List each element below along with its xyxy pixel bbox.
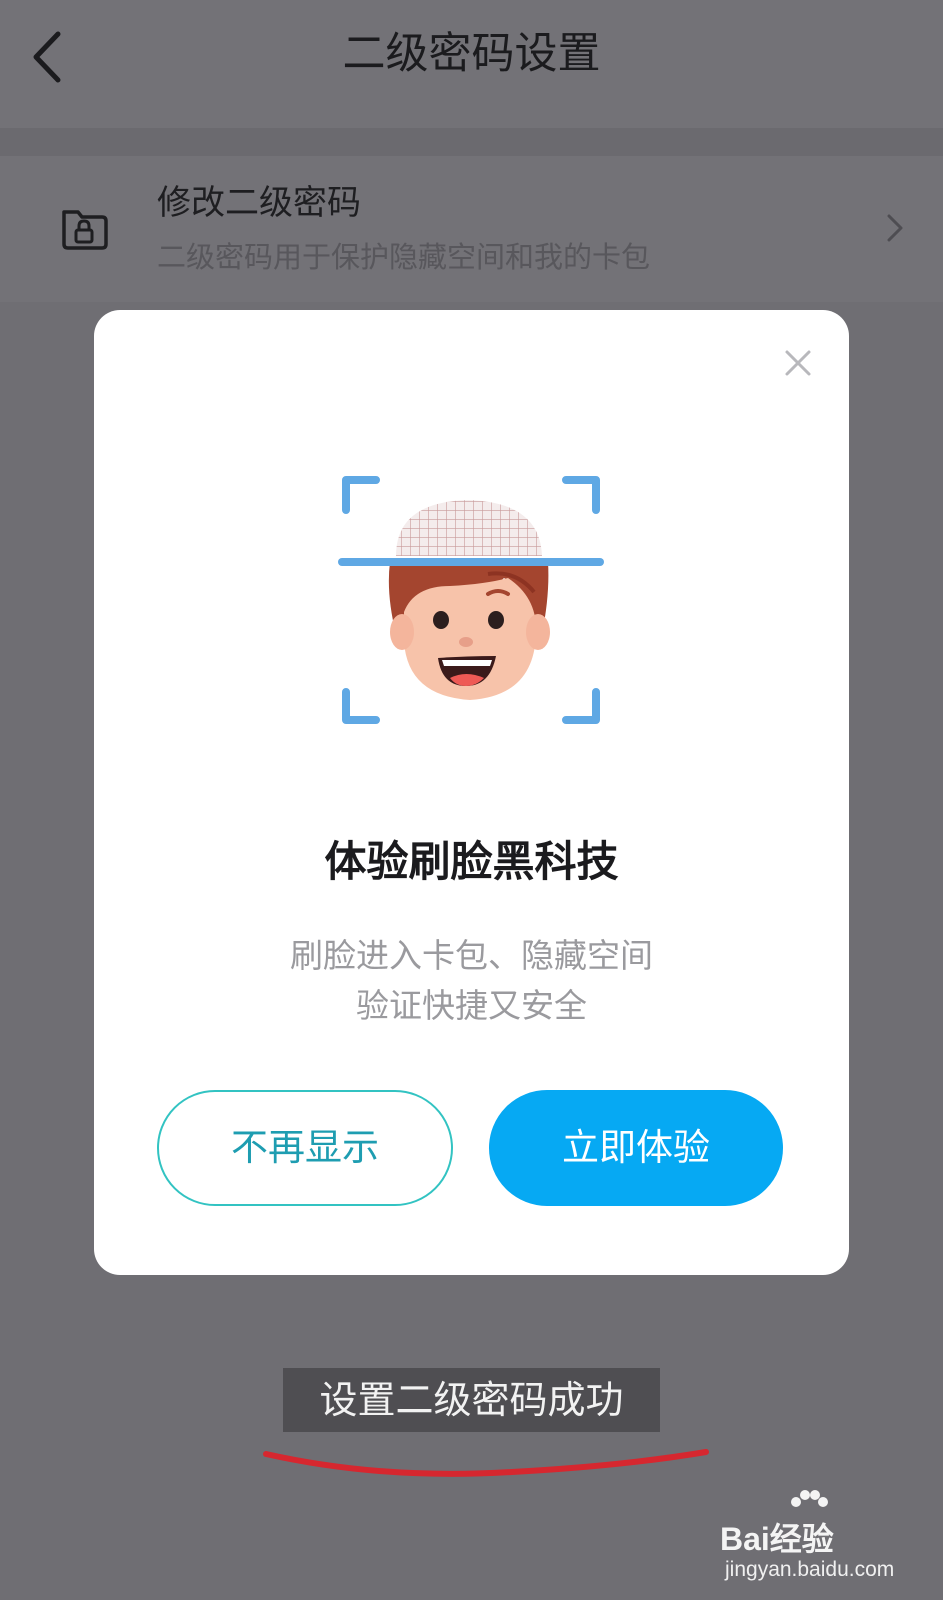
dialog-description-line1: 刷脸进入卡包、隐藏空间 [290,936,653,975]
change-password-row[interactable]: 修改二级密码 二级密码用于保护隐藏空间和我的卡包 [0,156,943,302]
chevron-right-icon [887,214,903,242]
close-icon[interactable] [783,348,813,378]
header-bar: 二级密码设置 [0,0,943,128]
lock-icon [62,210,108,250]
try-now-button[interactable]: 立即体验 [489,1090,783,1206]
row-title: 修改二级密码 [157,183,361,223]
face-scan-illustration [338,476,604,724]
dialog-description-line2: 验证快捷又安全 [356,986,587,1025]
watermark-url: jingyan.baidu.com [725,1558,895,1581]
red-underline-annotation [263,1449,709,1477]
baidu-jingyan-watermark: Bai经验 jingyan.baidu.com [720,1490,920,1590]
face-unlock-dialog: 体验刷脸黑科技 刷脸进入卡包、隐藏空间 验证快捷又安全 不再显示 立即体验 [94,310,849,1275]
watermark-brand: Bai经验 [720,1521,834,1557]
success-toast: 设置二级密码成功 [283,1368,660,1432]
row-subtitle: 二级密码用于保护隐藏空间和我的卡包 [157,240,651,274]
dialog-title: 体验刷脸黑科技 [324,837,619,886]
section-divider [0,128,943,156]
dont-show-again-button[interactable]: 不再显示 [157,1090,453,1206]
page-title: 二级密码设置 [342,29,601,79]
